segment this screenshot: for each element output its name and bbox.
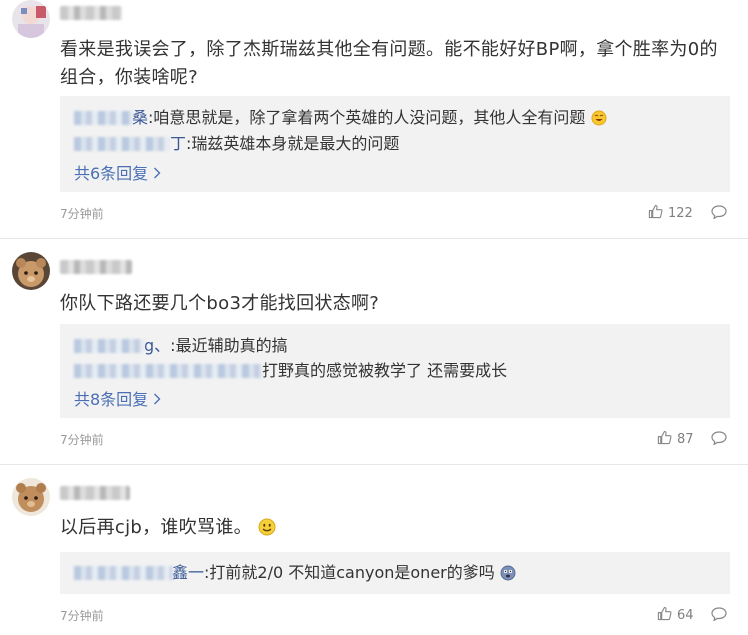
reply-username-tail[interactable]: g、	[144, 336, 170, 355]
more-replies-link[interactable]: 共6条回复	[74, 160, 161, 184]
reply-box: 桑:咱意思就是，除了拿着两个英雄的人没问题，其他人全有问题 丁:瑞兹英雄本身就是…	[60, 96, 730, 192]
comment-divider	[0, 464, 748, 465]
chevron-right-icon	[153, 164, 161, 183]
reply-text: :最近辅助真的搞	[170, 336, 288, 355]
reply-box: g、:最近辅助真的搞 打野真的感觉被教学了 还需要成长 共8条回复	[60, 324, 730, 418]
smile-emoji-icon	[258, 517, 276, 545]
thumbs-up-icon	[648, 204, 663, 223]
avatar[interactable]	[12, 478, 50, 516]
like-count: 122	[668, 206, 693, 221]
speech-bubble-icon[interactable]	[711, 430, 727, 446]
timestamp: 7分钟前	[60, 207, 104, 221]
more-replies-label: 共8条回复	[74, 390, 149, 409]
like-button[interactable]: 64	[657, 606, 694, 625]
username-blurred[interactable]	[60, 6, 122, 20]
scared-emoji-icon	[500, 565, 516, 586]
username-blurred[interactable]	[60, 486, 130, 500]
reply-username-tail[interactable]: 桑	[132, 108, 148, 127]
more-replies-link[interactable]: 共8条回复	[74, 386, 161, 410]
reply-text: :咱意思就是，除了拿着两个英雄的人没问题，其他人全有问题	[148, 108, 586, 127]
reply-username-blurred[interactable]	[74, 339, 144, 353]
timestamp: 7分钟前	[60, 433, 104, 447]
speech-bubble-icon[interactable]	[711, 606, 727, 622]
reply-box: 鑫一:打前就2/0 不知道canyon是oner的爹吗	[60, 552, 730, 594]
reply-username-blurred[interactable]	[74, 364, 262, 378]
more-replies-label: 共6条回复	[74, 164, 149, 183]
reply-text: 打野真的感觉被教学了 还需要成长	[262, 361, 508, 380]
reply-item: 桑:咱意思就是，除了拿着两个英雄的人没问题，其他人全有问题	[74, 108, 607, 131]
reply-username-blurred[interactable]	[74, 111, 132, 125]
username-blurred[interactable]	[60, 260, 132, 274]
reply-text: :打前就2/0 不知道canyon是oner的爹吗	[204, 563, 495, 582]
reply-username-blurred[interactable]	[74, 566, 172, 580]
comment-text: 你队下路还要几个bo3才能找回状态啊?	[60, 293, 380, 314]
laughing-emoji-icon	[591, 110, 607, 131]
chevron-right-icon	[153, 390, 161, 409]
avatar[interactable]	[12, 252, 50, 290]
reply-username-tail[interactable]: 鑫一	[172, 563, 204, 582]
comment-text-content: 以后再cjb，谁吹骂谁。	[60, 517, 252, 538]
avatar[interactable]	[12, 0, 50, 38]
reply-item: 打野真的感觉被教学了 还需要成长	[74, 361, 507, 381]
like-count: 87	[677, 432, 694, 447]
like-button[interactable]: 87	[657, 430, 694, 449]
comment-text: 以后再cjb，谁吹骂谁。	[60, 514, 732, 545]
like-button[interactable]: 122	[648, 204, 693, 223]
reply-username-blurred[interactable]	[74, 137, 170, 151]
like-count: 64	[677, 608, 694, 623]
comment-divider	[0, 238, 748, 239]
thumbs-up-icon	[657, 430, 672, 449]
thumbs-up-icon	[657, 606, 672, 625]
reply-username-tail[interactable]: 丁	[170, 134, 186, 153]
reply-item: 丁:瑞兹英雄本身就是最大的问题	[74, 134, 399, 154]
comment-text: 看来是我误会了，除了杰斯瑞兹其他全有问题。能不能好好BP啊，拿个胜率为0的组合，…	[60, 39, 718, 88]
reply-item: 鑫一:打前就2/0 不知道canyon是oner的爹吗	[74, 563, 516, 586]
timestamp: 7分钟前	[60, 609, 104, 623]
reply-item: g、:最近辅助真的搞	[74, 336, 288, 356]
speech-bubble-icon[interactable]	[711, 204, 727, 220]
reply-text: :瑞兹英雄本身就是最大的问题	[186, 134, 400, 153]
